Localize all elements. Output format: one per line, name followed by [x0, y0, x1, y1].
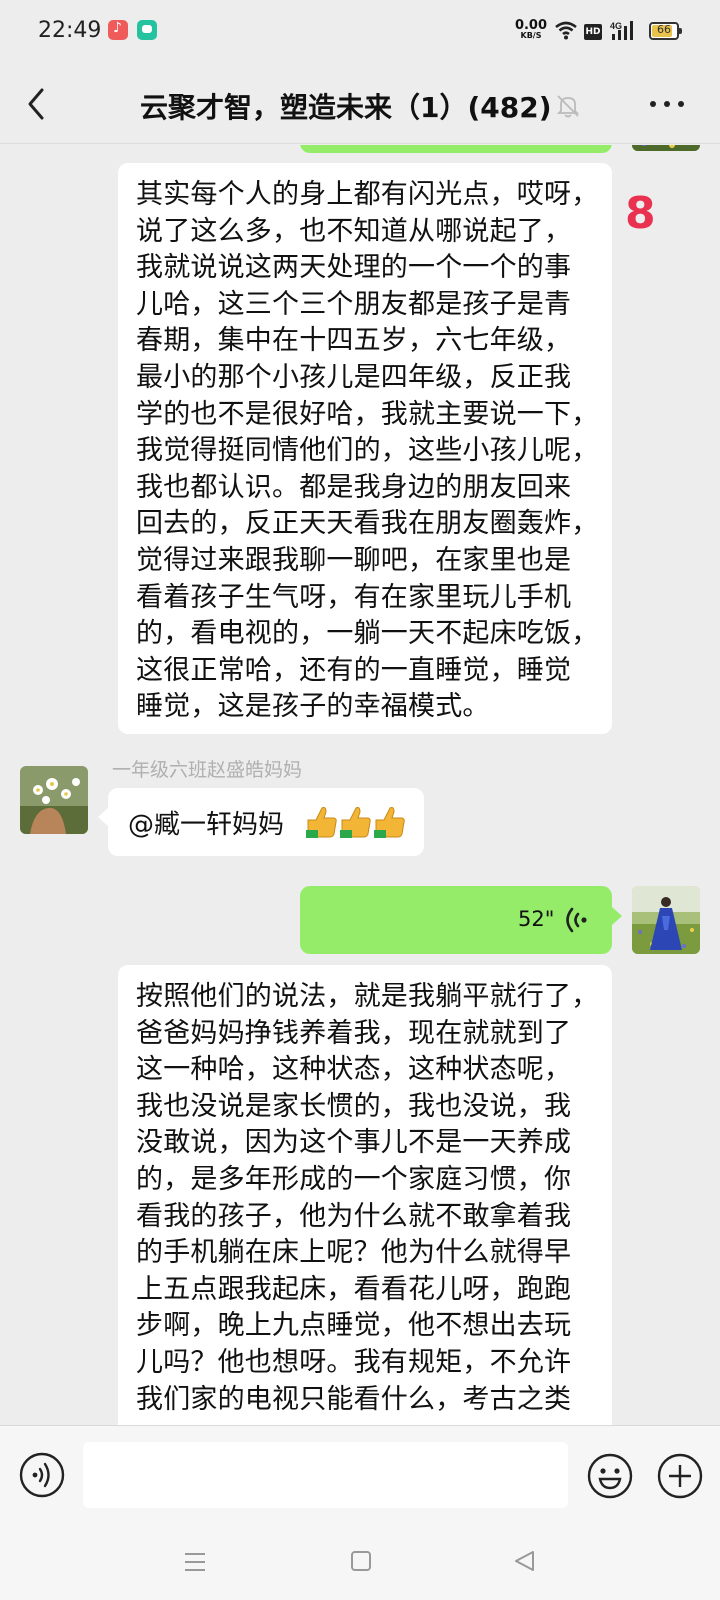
- thumbs-up-icon: [306, 807, 337, 838]
- message-text: 其实每个人的身上都有闪光点，哎呀， 说了这么多，也不知道从哪说起了， 我就说说这…: [136, 179, 599, 723]
- sender-name: 一年级六班赵盛皓妈妈: [112, 759, 303, 781]
- more-functions-button[interactable]: [656, 1452, 704, 1500]
- voice-message-bubble[interactable]: 52": [300, 886, 612, 954]
- network-type-label: 4G: [610, 21, 622, 31]
- message-input[interactable]: [83, 1442, 568, 1508]
- message-bubble[interactable]: 按照他们的说法，就是我躺平就行了， 爸爸妈妈挣钱养着我，现在就就到了 这一种哈，…: [118, 965, 612, 1425]
- hd-icon: HD: [584, 24, 602, 40]
- avatar[interactable]: [632, 145, 700, 151]
- voice-duration: 52": [518, 907, 555, 931]
- system-back-button[interactable]: [513, 1549, 537, 1573]
- emoji-button[interactable]: [586, 1452, 634, 1500]
- recent-apps-button[interactable]: [183, 1551, 207, 1573]
- message-bubble-partial[interactable]: [300, 145, 612, 153]
- chat-header: 云聚才智，塑造未来（1）(482): [0, 62, 720, 144]
- message-bubble[interactable]: @臧一轩妈妈: [108, 788, 424, 856]
- bubble-tail: [612, 907, 622, 925]
- thumbs-up-icon: [374, 807, 405, 838]
- home-button[interactable]: [350, 1550, 372, 1572]
- more-options-button[interactable]: [648, 96, 688, 112]
- signal-icon: 4G: [610, 21, 633, 40]
- message-bubble[interactable]: 其实每个人的身上都有闪光点，哎呀， 说了这么多，也不知道从哪说起了， 我就说说这…: [118, 163, 612, 734]
- input-bar: [0, 1425, 720, 1525]
- avatar[interactable]: [20, 766, 88, 834]
- battery-icon: 66: [649, 22, 682, 40]
- message-list[interactable]: 其实每个人的身上都有闪光点，哎呀， 说了这么多，也不知道从哪说起了， 我就说说这…: [0, 145, 720, 1425]
- network-speed: 0.00 KB/S: [513, 19, 549, 40]
- status-bar: 22:49 0.00 KB/S HD 4G 66: [0, 0, 720, 62]
- thumbs-up-emoji-group: [306, 807, 405, 838]
- voice-input-toggle[interactable]: [19, 1452, 65, 1498]
- message-text: 按照他们的说法，就是我躺平就行了， 爸爸妈妈挣钱养着我，现在就就到了 这一种哈，…: [136, 981, 599, 1415]
- system-nav-bar: [0, 1525, 720, 1600]
- network-speed-unit: KB/S: [520, 31, 542, 40]
- voice-wave-icon: [566, 907, 587, 933]
- unread-marker: 8: [625, 188, 656, 239]
- thumbs-up-icon: [340, 807, 371, 838]
- mute-icon: [556, 95, 580, 118]
- battery-level: 66: [657, 23, 671, 36]
- chat-title: 云聚才智，塑造未来（1）(482): [140, 91, 552, 124]
- music-app-icon: [108, 20, 128, 40]
- wifi-icon: [555, 21, 577, 40]
- bubble-tail: [98, 808, 108, 826]
- status-time: 22:49: [38, 18, 102, 43]
- chat-app-icon: [137, 20, 157, 40]
- back-button[interactable]: [20, 84, 60, 124]
- message-text: @臧一轩妈妈: [128, 810, 285, 840]
- avatar[interactable]: [632, 886, 700, 954]
